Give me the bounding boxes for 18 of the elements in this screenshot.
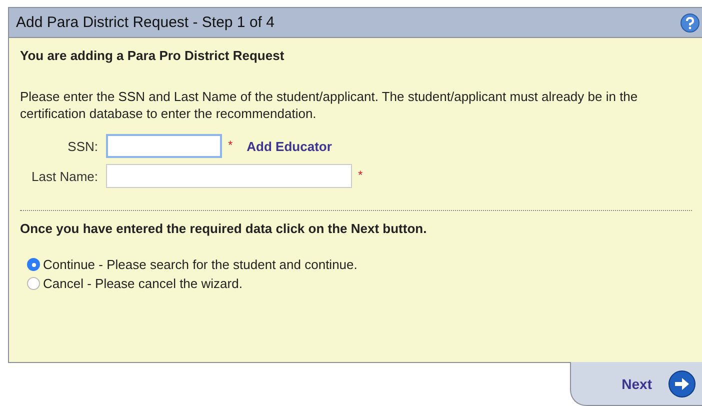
form-heading: You are adding a Para Pro District Request [20, 48, 286, 63]
next-hint-text: Once you have entered the required data click on the Next button. [20, 221, 428, 236]
option-label: Cancel - Please cancel the wizard. [43, 276, 242, 291]
arrow-right-icon [668, 370, 696, 398]
radio-button[interactable] [27, 258, 40, 271]
add-educator-link[interactable]: Add Educator [246, 138, 332, 154]
field-label: Last Name: [30, 168, 98, 184]
window-title: Add Para District Request - Step 1 of 4 [16, 14, 274, 31]
input-field[interactable] [106, 134, 222, 158]
next-button[interactable]: Next [570, 362, 702, 406]
input-field[interactable] [106, 164, 352, 188]
radio-button[interactable] [27, 277, 40, 290]
field-label: SSN: [66, 138, 98, 154]
instructions-text: Please enter the SSN and Last Name of the student/applicant. The student/applicant must already be in the certification database to enter the recommendation. [20, 88, 639, 122]
required-mark: * [358, 168, 363, 182]
help-icon[interactable] [680, 12, 700, 32]
required-mark: * [228, 138, 233, 152]
option-label: Continue - Please search for the student and continue. [43, 257, 358, 272]
